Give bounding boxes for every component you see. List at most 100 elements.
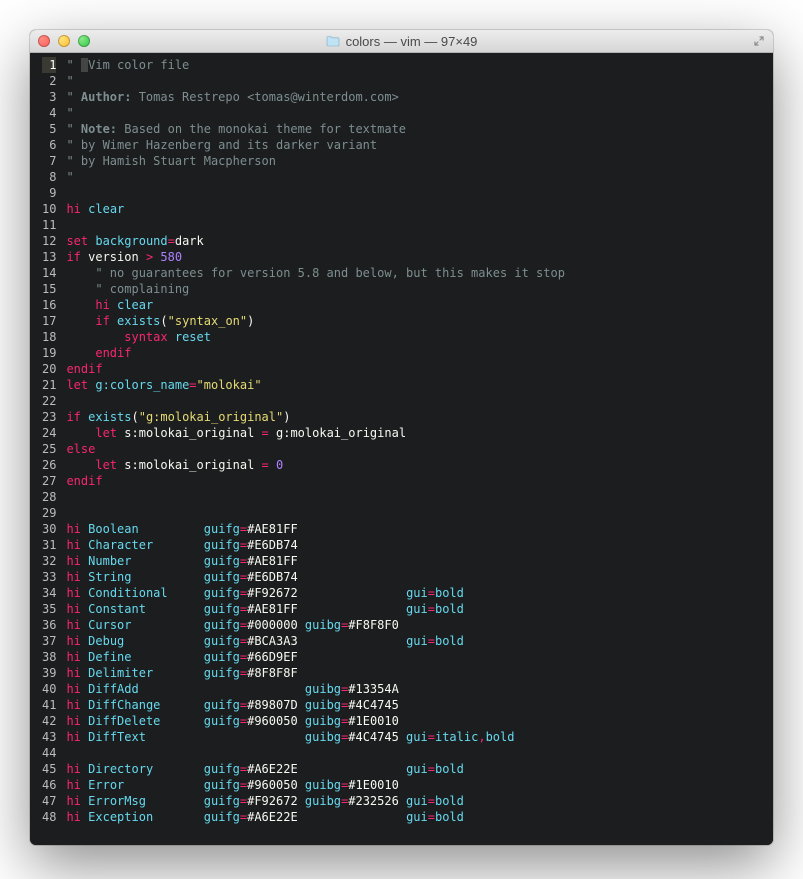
code-line[interactable]: " by Hamish Stuart Macpherson	[66, 153, 765, 169]
titlebar[interactable]: colors — vim — 97×49	[30, 30, 773, 53]
line-number: 23	[42, 409, 56, 425]
code-line[interactable]: if exists("g:molokai_original")	[66, 409, 765, 425]
token: #BCA3A3	[247, 634, 406, 648]
token	[146, 602, 204, 616]
code-line[interactable]: hi clear	[66, 297, 765, 313]
token	[110, 298, 117, 312]
code-line[interactable]: endif	[66, 473, 765, 489]
editor[interactable]: 1234567891011121314151617181920212223242…	[30, 53, 773, 845]
code-line[interactable]: " by Wimer Hazenberg and its darker vari…	[66, 137, 765, 153]
code-line[interactable]: let s:molokai_original = g:molokai_origi…	[66, 425, 765, 441]
code-line[interactable]: let s:molokai_original = 0	[66, 457, 765, 473]
code-line[interactable]: endif	[66, 345, 765, 361]
code-line[interactable]: if version > 580	[66, 249, 765, 265]
token: =	[240, 794, 247, 808]
code-line[interactable]: hi Define guifg=#66D9EF	[66, 649, 765, 665]
code-line[interactable]	[66, 393, 765, 409]
code-line[interactable]: set background=dark	[66, 233, 765, 249]
code-area[interactable]: " Vim color file"" Author: Tomas Restrep…	[62, 57, 765, 837]
code-line[interactable]: let g:colors_name="molokai"	[66, 377, 765, 393]
token	[132, 554, 204, 568]
token: Directory	[88, 762, 153, 776]
token: hi	[66, 730, 80, 744]
code-line[interactable]: hi Error guifg=#960050 guibg=#1E0010	[66, 777, 765, 793]
token: guibg	[305, 730, 341, 744]
line-number: 3	[42, 89, 56, 105]
code-line[interactable]: "	[66, 105, 765, 121]
code-line[interactable]: hi Conditional guifg=#F92672 gui=bold	[66, 585, 765, 601]
token: "	[66, 58, 80, 72]
code-line[interactable]: hi Constant guifg=#AE81FF gui=bold	[66, 601, 765, 617]
code-line[interactable]: " Author: Tomas Restrepo <tomas@winterdo…	[66, 89, 765, 105]
token: hi	[66, 538, 80, 552]
code-line[interactable]: hi String guifg=#E6DB74	[66, 569, 765, 585]
code-line[interactable]: " Vim color file	[66, 57, 765, 73]
code-line[interactable]: " Note: Based on the monokai theme for t…	[66, 121, 765, 137]
code-line[interactable]	[66, 745, 765, 761]
token	[146, 730, 305, 744]
close-icon[interactable]	[38, 35, 50, 47]
code-line[interactable]: " no guarantees for version 5.8 and belo…	[66, 265, 765, 281]
token: gui	[406, 762, 428, 776]
line-number: 46	[42, 777, 56, 793]
minimize-icon[interactable]	[58, 35, 70, 47]
token	[132, 650, 204, 664]
token: bold	[435, 586, 464, 600]
token: #232526	[348, 794, 406, 808]
token: hi	[66, 634, 80, 648]
code-line[interactable]: hi Delimiter guifg=#8F8F8F	[66, 665, 765, 681]
token: =	[428, 602, 435, 616]
token	[160, 698, 203, 712]
code-line[interactable]: if exists("syntax_on")	[66, 313, 765, 329]
code-line[interactable]: "	[66, 169, 765, 185]
fullscreen-icon[interactable]	[753, 35, 765, 47]
token: #F8F8F0	[348, 618, 399, 632]
code-line[interactable]: hi Cursor guifg=#000000 guibg=#F8F8F0	[66, 617, 765, 633]
line-number: 10	[42, 201, 56, 217]
code-line[interactable]: syntax reset	[66, 329, 765, 345]
line-number: 38	[42, 649, 56, 665]
token: =	[428, 586, 435, 600]
token: "molokai"	[197, 378, 262, 392]
code-line[interactable]: else	[66, 441, 765, 457]
token: =	[240, 602, 247, 616]
code-line[interactable]: hi Directory guifg=#A6E22E gui=bold	[66, 761, 765, 777]
code-line[interactable]	[66, 217, 765, 233]
line-number: 43	[42, 729, 56, 745]
token: Conditional	[88, 586, 167, 600]
code-line[interactable]	[66, 489, 765, 505]
token: Vim color file	[88, 58, 189, 72]
code-line[interactable]: " complaining	[66, 281, 765, 297]
token: hi	[66, 586, 80, 600]
code-line[interactable]: "	[66, 73, 765, 89]
line-number: 48	[42, 809, 56, 825]
code-line[interactable]: hi Exception guifg=#A6E22E gui=bold	[66, 809, 765, 825]
token: guifg	[204, 794, 240, 808]
token: " complaining	[95, 282, 189, 296]
token: guifg	[204, 634, 240, 648]
code-line[interactable]: hi Character guifg=#E6DB74	[66, 537, 765, 553]
token: Number	[88, 554, 131, 568]
token: 0	[276, 458, 283, 472]
token: g:colors_name	[95, 378, 189, 392]
token: "	[66, 90, 80, 104]
code-line[interactable]: hi DiffDelete guifg=#960050 guibg=#1E001…	[66, 713, 765, 729]
token	[66, 298, 95, 312]
code-line[interactable]: hi DiffAdd guibg=#13354A	[66, 681, 765, 697]
code-line[interactable]: hi DiffText guibg=#4C4745 gui=italic,bol…	[66, 729, 765, 745]
code-line[interactable]: hi ErrorMsg guifg=#F92672 guibg=#232526 …	[66, 793, 765, 809]
zoom-icon[interactable]	[78, 35, 90, 47]
token: Author:	[81, 90, 132, 104]
code-line[interactable]: hi clear	[66, 201, 765, 217]
code-line[interactable]: hi Debug guifg=#BCA3A3 gui=bold	[66, 633, 765, 649]
code-line[interactable]: hi Number guifg=#AE81FF	[66, 553, 765, 569]
code-line[interactable]: endif	[66, 361, 765, 377]
code-line[interactable]: hi Boolean guifg=#AE81FF	[66, 521, 765, 537]
line-number: 16	[42, 297, 56, 313]
token: guifg	[204, 602, 240, 616]
code-line[interactable]	[66, 505, 765, 521]
token: guifg	[204, 714, 240, 728]
code-line[interactable]: hi DiffChange guifg=#89807D guibg=#4C474…	[66, 697, 765, 713]
token	[153, 762, 204, 776]
code-line[interactable]	[66, 185, 765, 201]
